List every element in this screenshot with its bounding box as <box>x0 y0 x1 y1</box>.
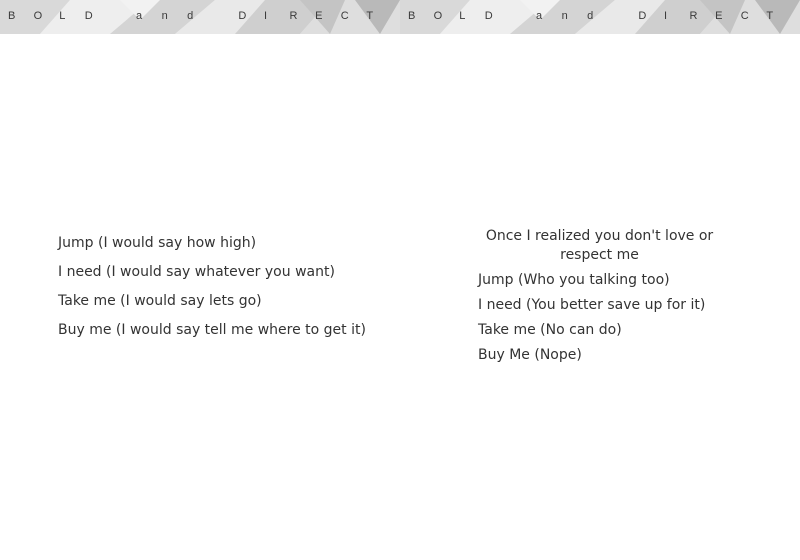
banner-letter: C <box>340 10 349 22</box>
banner-letter: O <box>433 10 443 22</box>
banner-letter: R <box>289 10 298 22</box>
right-column: Once I realized you don't love or respec… <box>478 227 738 372</box>
right-line: Take me (No can do) <box>478 322 622 338</box>
banner-letter: D <box>484 10 493 22</box>
banner-letter: n <box>161 10 168 22</box>
banner-letter <box>613 10 639 22</box>
banner-letter: D <box>238 10 247 22</box>
banner-letter: R <box>689 10 698 22</box>
banner-letter: a <box>135 10 143 22</box>
banner-letter: D <box>638 10 647 22</box>
banner-letter <box>510 10 536 22</box>
banner-title: BOLD and DIRECT <box>408 10 800 22</box>
banner-letter: d <box>187 10 194 22</box>
left-line: Jump (I would say how high) <box>58 235 257 251</box>
banner-letter: B <box>8 10 16 22</box>
right-intro: Once I realized you don't love or respec… <box>485 228 714 263</box>
left-line: Take me (I would say lets go) <box>58 293 262 309</box>
header-banner-left: BOLD and DIRECT <box>0 0 400 34</box>
banner-letter: T <box>766 10 774 22</box>
banner-letter: E <box>315 10 323 22</box>
banner-letter: E <box>715 10 723 22</box>
banner-letter: I <box>663 10 667 22</box>
banner-letter: n <box>561 10 568 22</box>
banner-letter: d <box>587 10 594 22</box>
banner-letter: I <box>263 10 267 22</box>
banner-letter: T <box>366 10 374 22</box>
right-line: I need (You better save up for it) <box>478 297 706 313</box>
banner-letter: D <box>84 10 93 22</box>
right-line: Buy Me (Nope) <box>478 347 582 363</box>
banner-letter: B <box>408 10 416 22</box>
banner-letter: C <box>740 10 749 22</box>
left-column: Jump (I would say how high) I need (I wo… <box>58 235 388 351</box>
banner-letter: L <box>459 10 466 22</box>
banner-letter: O <box>33 10 43 22</box>
banner-letter: L <box>59 10 66 22</box>
banner-title: BOLD and DIRECT <box>8 10 400 22</box>
header-banner-right: BOLD and DIRECT <box>400 0 800 34</box>
left-line: Buy me (I would say tell me where to get… <box>58 322 366 338</box>
banner-letter: a <box>535 10 543 22</box>
right-line: Jump (Who you talking too) <box>478 272 670 288</box>
left-line: I need (I would say whatever you want) <box>58 264 335 280</box>
banner-letter <box>110 10 136 22</box>
banner-letter <box>213 10 239 22</box>
